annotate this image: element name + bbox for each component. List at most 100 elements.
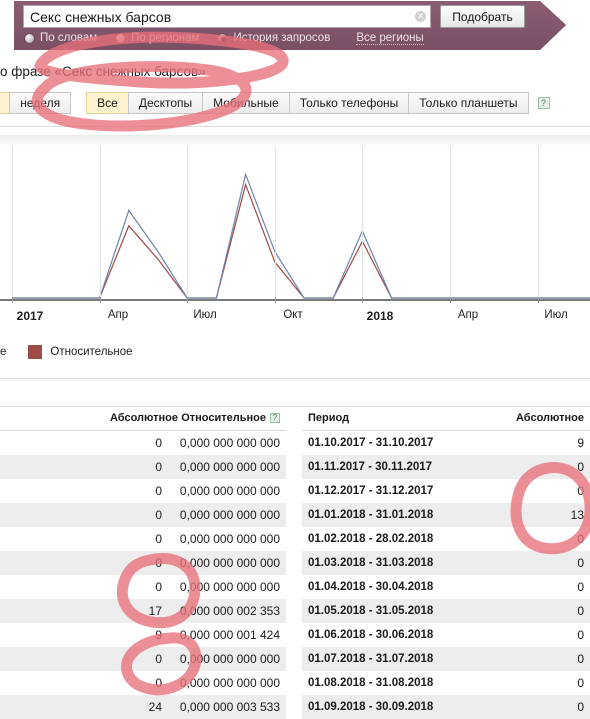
chart-top-shadow bbox=[0, 135, 590, 147]
question-mark-icon[interactable]: ? bbox=[538, 97, 550, 109]
table-row[interactable]: 201700,000 000 000 000 bbox=[0, 647, 286, 671]
cell-relative: 0,000 000 000 000 bbox=[168, 671, 286, 695]
cell-absolute: 0 bbox=[502, 599, 590, 623]
cell-phrase: 2017 bbox=[0, 647, 110, 671]
table-row[interactable]: 01.08.2018 - 31.08.20180 bbox=[302, 671, 590, 695]
table-row[interactable]: 01.10.2017 - 31.10.20179 bbox=[302, 431, 590, 456]
chart-gridline bbox=[538, 147, 539, 299]
table-right-wrapper: Период Абсолютное 01.10.2017 - 31.10.201… bbox=[302, 408, 590, 719]
search-toolbar-area: Секс снежных барсов ✕ Подобрать По слова… bbox=[0, 0, 590, 53]
tab-period-week[interactable]: неделя bbox=[9, 92, 71, 114]
history-table-left: Абсолютное Относительное? 201600,000 000… bbox=[0, 408, 286, 719]
chart-x-tick-label: Июл bbox=[544, 309, 567, 321]
question-mark-icon[interactable]: ? bbox=[270, 413, 280, 423]
cell-absolute: 0 bbox=[502, 479, 590, 503]
table-row[interactable]: 01.11.2017 - 30.11.20170 bbox=[302, 455, 590, 479]
radio-label: По словам bbox=[40, 32, 97, 44]
table-row[interactable]: 201700,000 000 000 000 bbox=[0, 503, 286, 527]
cell-period: 01.11.2017 - 30.11.2017 bbox=[302, 455, 502, 479]
chart-x-tick-label: Июл bbox=[193, 309, 216, 321]
search-input[interactable]: Секс снежных барсов ✕ bbox=[23, 5, 431, 28]
chart-x-axis bbox=[0, 299, 590, 301]
tab-device-all[interactable]: Все bbox=[86, 92, 129, 114]
chart-svg bbox=[0, 147, 590, 299]
cell-phrase: 2017 bbox=[0, 575, 110, 599]
table-row[interactable]: 01.06.2018 - 30.06.20180 bbox=[302, 623, 590, 647]
th-relative-label: Относительное bbox=[181, 412, 266, 424]
chart-axis-tick bbox=[275, 297, 276, 303]
tab-device-phones-only[interactable]: Только телефоны bbox=[289, 92, 410, 114]
cell-phrase: 2017 bbox=[0, 623, 110, 647]
cell-phrase: 2017 bbox=[0, 503, 110, 527]
th-absolute[interactable]: Абсолютное bbox=[110, 408, 168, 431]
table-row[interactable]: 201790,000 000 001 424 bbox=[0, 623, 286, 647]
cell-absolute: 0 bbox=[502, 455, 590, 479]
cell-relative: 0,000 000 003 533 bbox=[168, 695, 286, 719]
table-right-head: Период Абсолютное bbox=[302, 408, 590, 431]
clear-circle-icon[interactable]: ✕ bbox=[415, 11, 426, 22]
table-row[interactable]: 201600,000 000 000 000 bbox=[0, 479, 286, 503]
table-row[interactable]: 201700,000 000 000 000 bbox=[0, 671, 286, 695]
table-row[interactable]: 201600,000 000 000 000 bbox=[0, 455, 286, 479]
cell-absolute: 0 bbox=[110, 671, 168, 695]
table-row[interactable]: 201700,000 000 000 000 bbox=[0, 575, 286, 599]
table-row[interactable]: 201600,000 000 000 000 bbox=[0, 431, 286, 456]
tab-device-mobile[interactable]: Мобильные bbox=[202, 92, 290, 114]
tab-device-desktop[interactable]: Десктопы bbox=[128, 92, 203, 114]
cell-absolute: 0 bbox=[110, 479, 168, 503]
cell-relative: 0,000 000 000 000 bbox=[168, 479, 286, 503]
cell-absolute: 0 bbox=[110, 647, 168, 671]
cell-absolute: 0 bbox=[110, 503, 168, 527]
th-phrase[interactable] bbox=[0, 408, 110, 431]
region-selector-link[interactable]: Все регионы bbox=[356, 32, 423, 45]
radio-dot-icon bbox=[115, 33, 126, 44]
radio-po-slovam[interactable]: По словам bbox=[24, 32, 97, 44]
submit-button[interactable]: Подобрать bbox=[440, 5, 525, 28]
table-row[interactable]: 01.09.2018 - 30.09.20180 bbox=[302, 695, 590, 719]
history-table-right: Период Абсолютное 01.10.2017 - 31.10.201… bbox=[302, 408, 590, 719]
tab-row-divider bbox=[0, 126, 590, 127]
radio-istoriya-zaprosov[interactable]: История запросов bbox=[217, 32, 330, 44]
table-row[interactable]: 01.05.2018 - 31.05.20180 bbox=[302, 599, 590, 623]
table-row[interactable]: 01.02.2018 - 28.02.20180 bbox=[302, 527, 590, 551]
table-row[interactable]: 201700,000 000 000 000 bbox=[0, 527, 286, 551]
table-left-body: 201600,000 000 000 000201600,000 000 000… bbox=[0, 431, 286, 719]
cell-period: 01.12.2017 - 31.12.2017 bbox=[302, 479, 502, 503]
cell-absolute: 0 bbox=[502, 647, 590, 671]
legend-color-swatch bbox=[28, 345, 42, 359]
cell-period: 01.02.2018 - 28.02.2018 bbox=[302, 527, 502, 551]
th-absolute[interactable]: Абсолютное bbox=[502, 408, 590, 431]
legend-item-label: Относительное bbox=[50, 346, 132, 358]
table-row[interactable]: 2017170,000 000 002 353 bbox=[0, 599, 286, 623]
table-row[interactable]: 201700,000 000 000 000 bbox=[0, 551, 286, 575]
table-row[interactable]: 01.04.2018 - 30.04.20180 bbox=[302, 575, 590, 599]
cell-period: 01.06.2018 - 30.06.2018 bbox=[302, 623, 502, 647]
chart-x-tick-label: Апр bbox=[108, 309, 128, 321]
cell-phrase: 2016 bbox=[0, 455, 110, 479]
chart-plot-area bbox=[0, 147, 590, 299]
cell-period: 01.03.2018 - 31.03.2018 bbox=[302, 551, 502, 575]
search-toolbar: Секс снежных барсов ✕ Подобрать По слова… bbox=[14, 1, 566, 50]
table-row[interactable]: 01.07.2018 - 31.07.20180 bbox=[302, 647, 590, 671]
tab-device-tablets-only[interactable]: Только планшеты bbox=[408, 92, 528, 114]
chart-panel: 2017АпрИюлОкт2018АпрИюл bbox=[0, 135, 590, 331]
cell-period: 01.09.2018 - 30.09.2018 bbox=[302, 695, 502, 719]
cell-phrase: 2017 bbox=[0, 695, 110, 719]
table-header-row: Период Абсолютное bbox=[302, 408, 590, 431]
table-row[interactable]: 2017240,000 000 003 533 bbox=[0, 695, 286, 719]
cell-relative: 0,000 000 000 000 bbox=[168, 455, 286, 479]
cell-absolute: 0 bbox=[502, 527, 590, 551]
cell-period: 01.04.2018 - 30.04.2018 bbox=[302, 575, 502, 599]
table-left-wrapper: Абсолютное Относительное? 201600,000 000… bbox=[0, 408, 286, 719]
cell-period: 01.05.2018 - 31.05.2018 bbox=[302, 599, 502, 623]
th-period[interactable]: Период bbox=[302, 408, 502, 431]
chart-series-line bbox=[12, 174, 590, 298]
table-row[interactable]: 01.03.2018 - 31.03.20180 bbox=[302, 551, 590, 575]
th-relative[interactable]: Относительное? bbox=[168, 408, 286, 431]
chart-gridline bbox=[450, 147, 451, 299]
cell-absolute: 0 bbox=[502, 623, 590, 647]
radio-po-regionam[interactable]: По регионам bbox=[115, 32, 199, 44]
table-row[interactable]: 01.12.2017 - 31.12.20170 bbox=[302, 479, 590, 503]
table-row[interactable]: 01.01.2018 - 31.01.201813 bbox=[302, 503, 590, 527]
period-tab-group: месяц неделя bbox=[0, 92, 70, 114]
